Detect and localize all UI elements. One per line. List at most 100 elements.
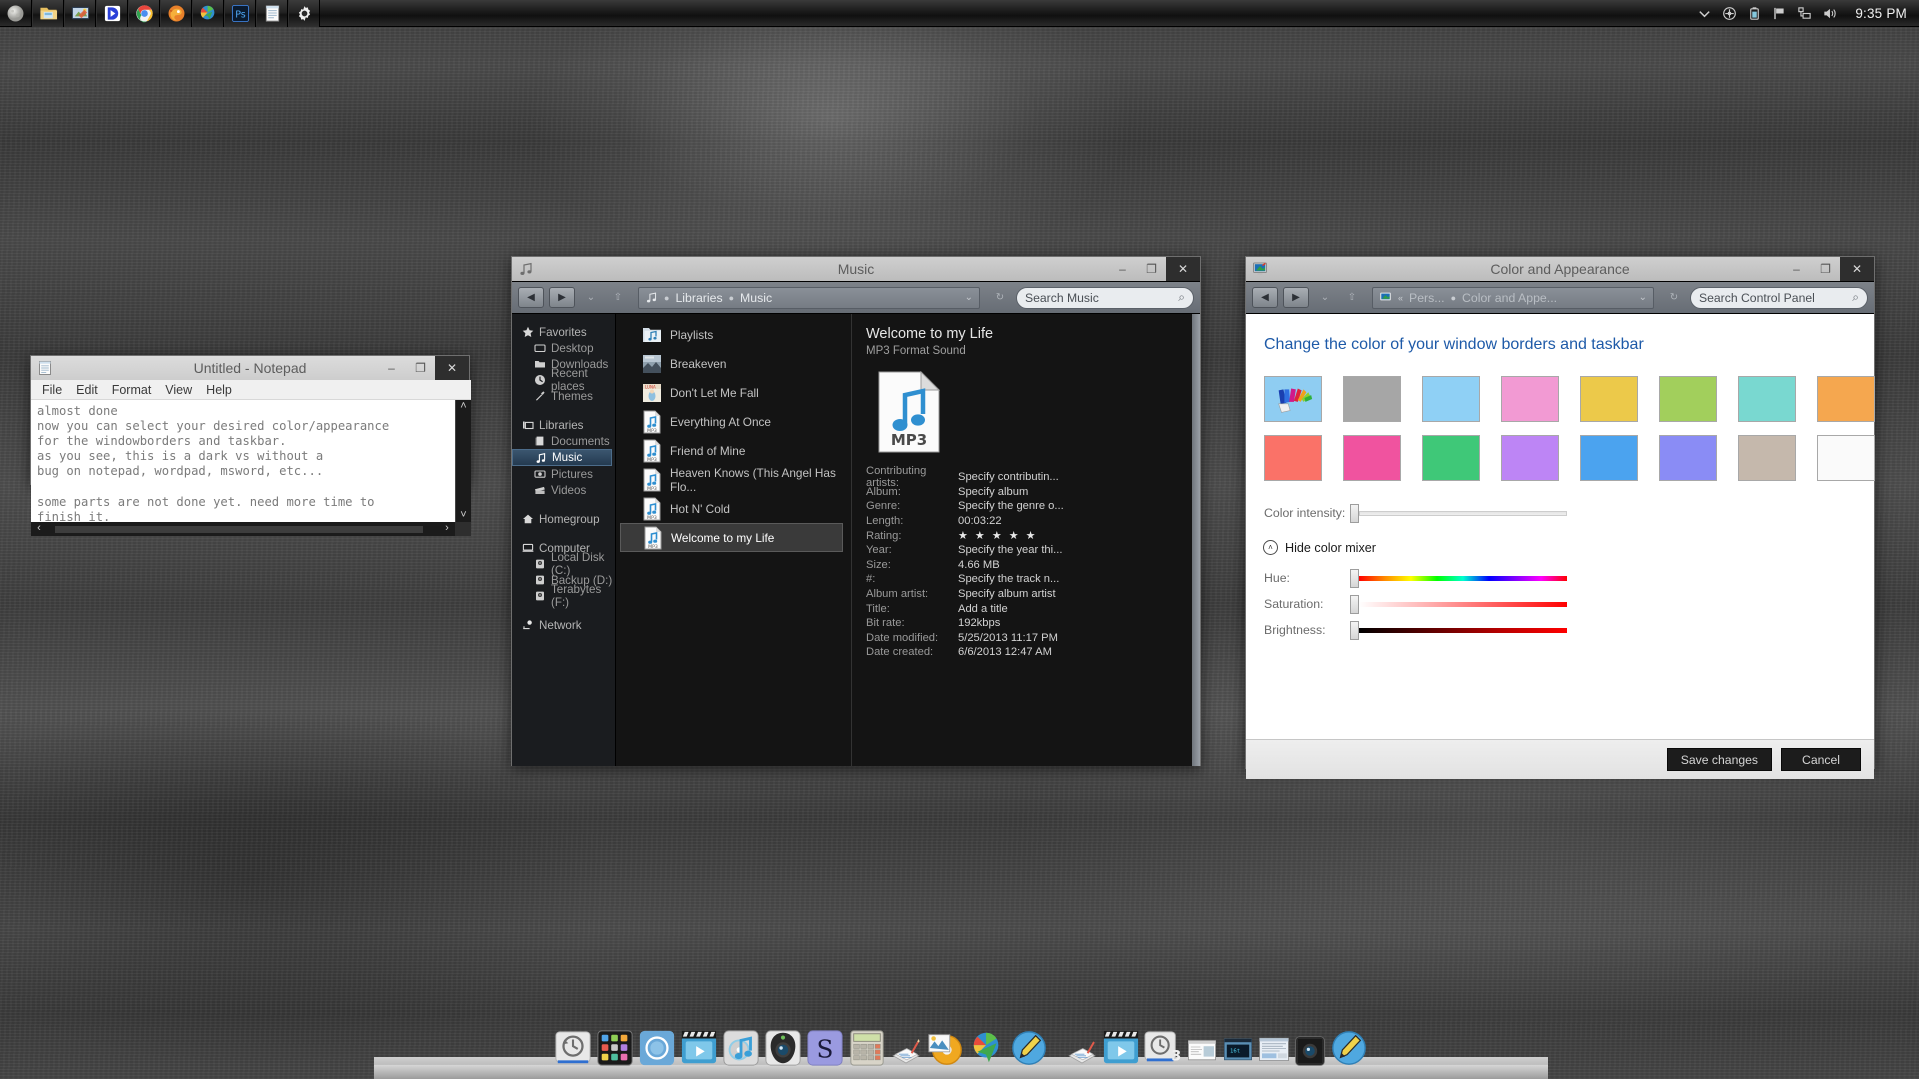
photobooth-icon[interactable] <box>764 1029 802 1067</box>
quicktime-icon[interactable] <box>680 1029 718 1067</box>
swatch-lavender[interactable] <box>1501 435 1559 481</box>
slider-track[interactable] <box>1359 627 1567 633</box>
quicktime2-icon[interactable] <box>1102 1029 1140 1067</box>
list-item[interactable]: MP3 Hot N' Cold <box>616 494 851 523</box>
chevron-down-icon[interactable]: ⌄ <box>1639 292 1647 303</box>
slider-thumb[interactable] <box>1350 594 1359 614</box>
sidebar-item-music[interactable]: Music <box>512 449 612 466</box>
list-item[interactable]: MP3 Friend of Mine <box>616 436 851 465</box>
swatch-blue[interactable] <box>1580 435 1638 481</box>
notes2-icon[interactable] <box>1066 1035 1098 1067</box>
sidebar-item-desktop[interactable]: Desktop <box>512 340 615 356</box>
notepad-text-area[interactable]: almost done now you can select your desi… <box>31 400 455 522</box>
swatch-pink[interactable] <box>1501 376 1559 422</box>
search-control-panel-input[interactable]: Search Control Panel ⌕ <box>1690 286 1868 309</box>
window-thumb1-icon[interactable] <box>1186 1035 1218 1067</box>
refresh-button[interactable]: ↻ <box>989 287 1011 308</box>
minimize-button[interactable]: – <box>1108 257 1137 281</box>
battery-icon[interactable] <box>1747 6 1762 21</box>
pencil-icon[interactable] <box>1010 1029 1048 1067</box>
swatch-white[interactable] <box>1817 435 1875 481</box>
swatch-turquoise[interactable] <box>1738 376 1796 422</box>
notepad-vertical-scrollbar[interactable]: ˄ ˅ <box>455 400 471 522</box>
pencil2-icon[interactable] <box>1330 1029 1368 1067</box>
action-center-icon[interactable] <box>1722 6 1737 21</box>
menu-help[interactable]: Help <box>206 383 232 397</box>
saturation-slider[interactable] <box>1350 594 1567 614</box>
list-item[interactable]: LUNA Don't Let Me Fall <box>616 378 851 407</box>
list-item[interactable]: Playlists <box>616 320 851 349</box>
scroll-right-arrow[interactable]: › <box>439 522 455 536</box>
sidebar-item-favorites[interactable]: Favorites <box>512 324 615 340</box>
detail-value[interactable]: Add a title <box>958 603 1008 615</box>
chevron-up-icon[interactable] <box>1697 6 1712 21</box>
color-intensity-slider[interactable] <box>1350 503 1567 523</box>
forward-button[interactable]: ▶ <box>549 287 575 308</box>
taskbar-item-painttool[interactable] <box>64 0 96 27</box>
scroll-down-arrow[interactable]: ˅ <box>460 509 466 522</box>
slider-track[interactable] <box>1359 575 1567 581</box>
slider-track[interactable] <box>1359 601 1567 607</box>
slider-thumb[interactable] <box>1350 620 1359 640</box>
taskbar-item-notepad[interactable] <box>256 0 288 27</box>
history-dropdown-button[interactable]: ⌄ <box>580 287 602 308</box>
time-machine2-icon[interactable]: 3 <box>1144 1029 1182 1067</box>
h-scroll-track[interactable] <box>47 522 439 536</box>
taskbar-item-photoshop[interactable]: Ps <box>224 0 256 27</box>
list-item[interactable]: MP3 Heaven Knows (This Angel Has Flo... <box>616 465 851 494</box>
scroll-left-arrow[interactable]: ‹ <box>31 522 47 536</box>
close-button[interactable]: ✕ <box>1166 257 1200 281</box>
detail-value[interactable]: Specify the genre o... <box>958 500 1064 512</box>
h-scroll-thumb[interactable] <box>55 525 423 533</box>
save-changes-button[interactable]: Save changes <box>1666 748 1772 771</box>
photobooth2-icon[interactable] <box>1294 1035 1326 1067</box>
swatch-taupe[interactable] <box>1738 435 1796 481</box>
menu-view[interactable]: View <box>165 383 192 397</box>
swatch-graphite[interactable] <box>1343 376 1401 422</box>
address-bar[interactable]: « Pers... ● Color and Appe... ⌄ <box>1372 286 1654 309</box>
sidebar-item-pictures[interactable]: Pictures <box>512 466 615 482</box>
maximize-button[interactable]: ❐ <box>1811 257 1840 281</box>
swatch-green[interactable] <box>1422 435 1480 481</box>
swatch-lime[interactable] <box>1659 376 1717 422</box>
window-thumb3-icon[interactable] <box>1258 1035 1290 1067</box>
chromium-icon[interactable] <box>638 1029 676 1067</box>
detail-value[interactable]: Specify contributin... <box>958 471 1059 483</box>
breadcrumb-music[interactable]: Music <box>740 291 772 305</box>
swatch-violet[interactable] <box>1659 435 1717 481</box>
taskbar-item-firefox[interactable] <box>160 0 192 27</box>
minimize-button[interactable]: – <box>1782 257 1811 281</box>
rating-stars[interactable]: ★ ★ ★ ★ ★ <box>958 529 1038 542</box>
scroll-up-arrow[interactable]: ˄ <box>460 400 466 413</box>
forward-button[interactable]: ▶ <box>1283 287 1309 308</box>
sidebar-item-homegroup[interactable]: Homegroup <box>512 511 615 527</box>
maximize-button[interactable]: ❐ <box>406 356 435 380</box>
time-machine-icon[interactable] <box>554 1029 592 1067</box>
sidebar-item-terabytes-f[interactable]: Terabytes (F:) <box>512 583 615 609</box>
up-button[interactable]: ⇧ <box>1341 287 1363 308</box>
notes-icon[interactable] <box>890 1035 922 1067</box>
swatch-automatic[interactable] <box>1264 376 1322 422</box>
internet-download-manager-icon[interactable] <box>968 1029 1006 1067</box>
sidebar-item-libraries[interactable]: Libraries <box>512 417 615 433</box>
close-button[interactable]: ✕ <box>435 356 469 380</box>
explorer-window[interactable]: Music – ❐ ✕ ◀ ▶ ⌄ ⇧ ● Libraries ● Music … <box>511 256 1201 766</box>
launchpad-icon[interactable] <box>596 1029 634 1067</box>
hue-slider[interactable] <box>1350 568 1567 588</box>
menu-format[interactable]: Format <box>112 383 152 397</box>
chevron-down-icon[interactable]: ⌄ <box>965 292 973 303</box>
breadcrumb-libraries[interactable]: Libraries <box>675 291 722 305</box>
slider-thumb[interactable] <box>1350 568 1359 588</box>
brightness-slider[interactable] <box>1350 620 1567 640</box>
detail-value[interactable]: Specify the track n... <box>958 573 1059 585</box>
breadcrumb-personalization[interactable]: Pers... <box>1409 291 1445 305</box>
address-bar[interactable]: ● Libraries ● Music ⌄ <box>638 286 980 309</box>
cancel-button[interactable]: Cancel <box>1781 748 1861 771</box>
dvd-icon[interactable] <box>926 1029 964 1067</box>
notepad-horizontal-scrollbar[interactable]: ‹ › <box>31 522 471 536</box>
window-thumb2-icon[interactable]: 16t <box>1222 1035 1254 1067</box>
taskbar-clock[interactable]: 9:35 PM <box>1847 6 1907 21</box>
list-item[interactable]: Breakeven <box>616 349 851 378</box>
taskbar-item-chrome[interactable] <box>128 0 160 27</box>
breadcrumb-overflow[interactable]: « <box>1398 293 1403 303</box>
